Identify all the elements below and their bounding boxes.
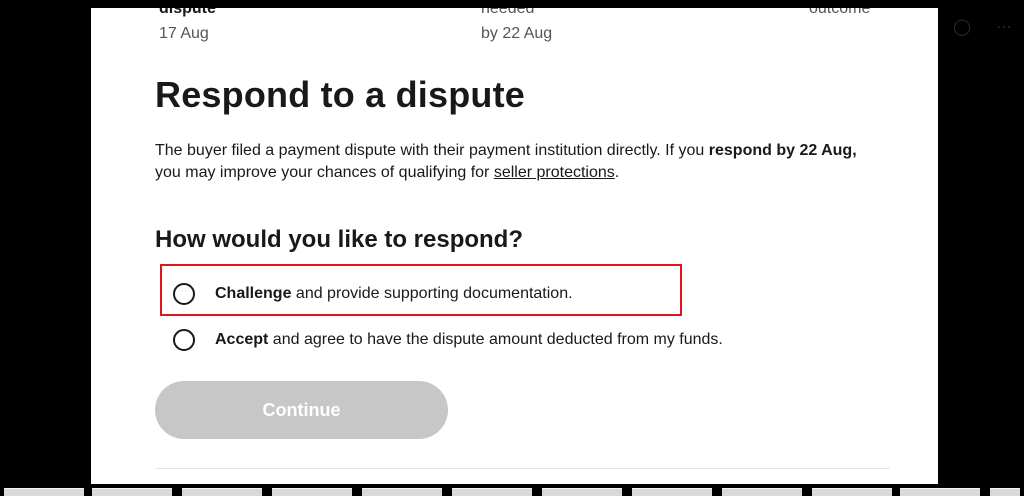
accept-radio[interactable] bbox=[173, 329, 195, 351]
dispute-description: The buyer filed a payment dispute with t… bbox=[155, 140, 885, 184]
timeline-date: 17 Aug bbox=[159, 25, 209, 42]
taskbar-thumbnail[interactable] bbox=[900, 488, 980, 496]
divider bbox=[155, 468, 890, 469]
taskbar-thumbnail[interactable] bbox=[542, 488, 622, 496]
option-bold: Challenge bbox=[215, 285, 292, 302]
timeline-date: by 22 Aug bbox=[481, 25, 553, 42]
timeline-label: dispute bbox=[159, 8, 216, 17]
challenge-radio[interactable] bbox=[173, 283, 195, 305]
taskbar-thumbnail[interactable] bbox=[812, 488, 892, 496]
taskbar-thumbnail[interactable] bbox=[182, 488, 262, 496]
continue-button[interactable]: Continue bbox=[155, 381, 448, 439]
settings-icon[interactable]: ◯ bbox=[952, 18, 972, 38]
taskbar-thumbnail[interactable] bbox=[272, 488, 352, 496]
taskbar-thumbnail[interactable] bbox=[990, 488, 1020, 496]
timeline-label: outcome bbox=[809, 8, 871, 17]
description-text: . bbox=[614, 164, 620, 181]
option-rest: and provide supporting documentation. bbox=[291, 285, 573, 302]
option-accept[interactable]: Accept and agree to have the dispute amo… bbox=[173, 328, 723, 352]
description-text: you may improve your chances of qualifyi… bbox=[155, 164, 494, 181]
option-rest: and agree to have the dispute amount ded… bbox=[268, 331, 723, 348]
option-challenge[interactable]: Challenge and provide supporting documen… bbox=[173, 282, 573, 306]
taskbar-thumbnail[interactable] bbox=[362, 488, 442, 496]
taskbar-thumbnail[interactable] bbox=[722, 488, 802, 496]
option-label: Challenge and provide supporting documen… bbox=[215, 285, 573, 303]
timeline-step-needed: needed by 22 Aug bbox=[481, 8, 552, 44]
description-text: The buyer filed a payment dispute with t… bbox=[155, 142, 709, 159]
dispute-panel: dispute 17 Aug needed by 22 Aug outcome … bbox=[91, 8, 938, 484]
response-question: How would you like to respond? bbox=[155, 226, 524, 253]
timeline-label: needed bbox=[481, 8, 535, 17]
page-title: Respond to a dispute bbox=[155, 74, 526, 115]
option-label: Accept and agree to have the dispute amo… bbox=[215, 331, 723, 349]
screen: ◯ ⋯ dispute 17 Aug needed by 22 Aug outc… bbox=[0, 0, 1024, 496]
timeline-step-dispute: dispute 17 Aug bbox=[159, 8, 216, 44]
taskbar-thumbnail[interactable] bbox=[452, 488, 532, 496]
taskbar-thumbnail[interactable] bbox=[92, 488, 172, 496]
description-deadline: respond by 22 Aug, bbox=[708, 142, 857, 159]
taskbar-thumbnail[interactable] bbox=[632, 488, 712, 496]
timeline-step-outcome: outcome bbox=[809, 8, 870, 18]
seller-protections-link[interactable]: seller protections bbox=[494, 164, 615, 181]
more-icon[interactable]: ⋯ bbox=[994, 18, 1014, 38]
taskbar-thumbnail[interactable] bbox=[4, 488, 84, 496]
taskbar bbox=[0, 486, 1024, 496]
option-bold: Accept bbox=[215, 331, 269, 348]
